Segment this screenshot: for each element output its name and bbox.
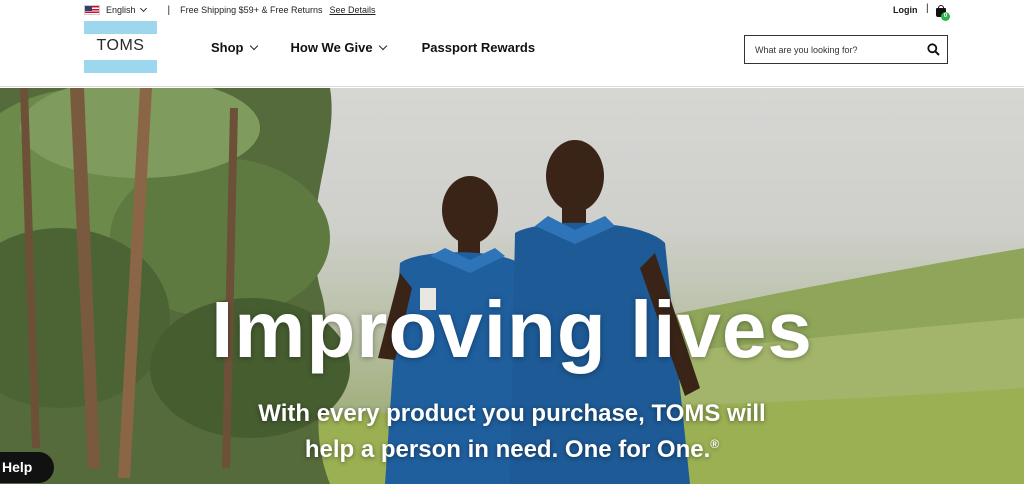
search-input[interactable]: [745, 44, 919, 55]
registered-mark: ®: [710, 437, 720, 451]
nav-shop[interactable]: Shop: [211, 40, 258, 55]
help-button[interactable]: Help: [0, 452, 54, 483]
chevron-down-icon: [249, 41, 258, 50]
nav-how-we-give-label: How We Give: [290, 40, 373, 55]
see-details-link[interactable]: See Details: [329, 5, 375, 15]
login-link[interactable]: Login: [893, 5, 918, 15]
utility-bar: English | Free Shipping $59+ & Free Retu…: [84, 3, 376, 17]
hero-title: Improving lives: [211, 285, 813, 374]
search-box: [744, 35, 948, 64]
hero-subtitle-line2: help a person in need. One for One.: [304, 436, 711, 463]
site-header: English | Free Shipping $59+ & Free Retu…: [0, 0, 1024, 87]
main-nav: Shop How We Give Passport Rewards: [211, 40, 535, 55]
cart-icon[interactable]: 0: [936, 5, 950, 21]
nav-passport-rewards-label: Passport Rewards: [421, 40, 536, 55]
language-selector[interactable]: English: [84, 4, 147, 15]
hero-subtitle-line1: With every product you purchase, TOMS wi…: [258, 400, 766, 427]
toms-logo[interactable]: TOMS: [84, 21, 157, 73]
shipping-promo: Free Shipping $59+ & Free Returns: [180, 5, 323, 15]
cart-count-badge: 0: [941, 12, 950, 21]
nav-shop-label: Shop: [211, 40, 244, 55]
divider: |: [167, 4, 171, 16]
chevron-down-icon: [139, 4, 147, 13]
search-icon[interactable]: [919, 36, 947, 63]
logo-text: TOMS: [96, 37, 145, 54]
nav-how-we-give[interactable]: How We Give: [290, 40, 387, 55]
us-flag-icon: [84, 5, 100, 15]
hero-banner[interactable]: Improving lives With every product you p…: [0, 88, 1024, 484]
nav-passport-rewards[interactable]: Passport Rewards: [422, 40, 535, 55]
divider: |: [926, 3, 929, 14]
language-label: English: [106, 5, 136, 15]
hero-subtitle: With every product you purchase, TOMS wi…: [0, 398, 1024, 465]
chevron-down-icon: [378, 41, 387, 50]
